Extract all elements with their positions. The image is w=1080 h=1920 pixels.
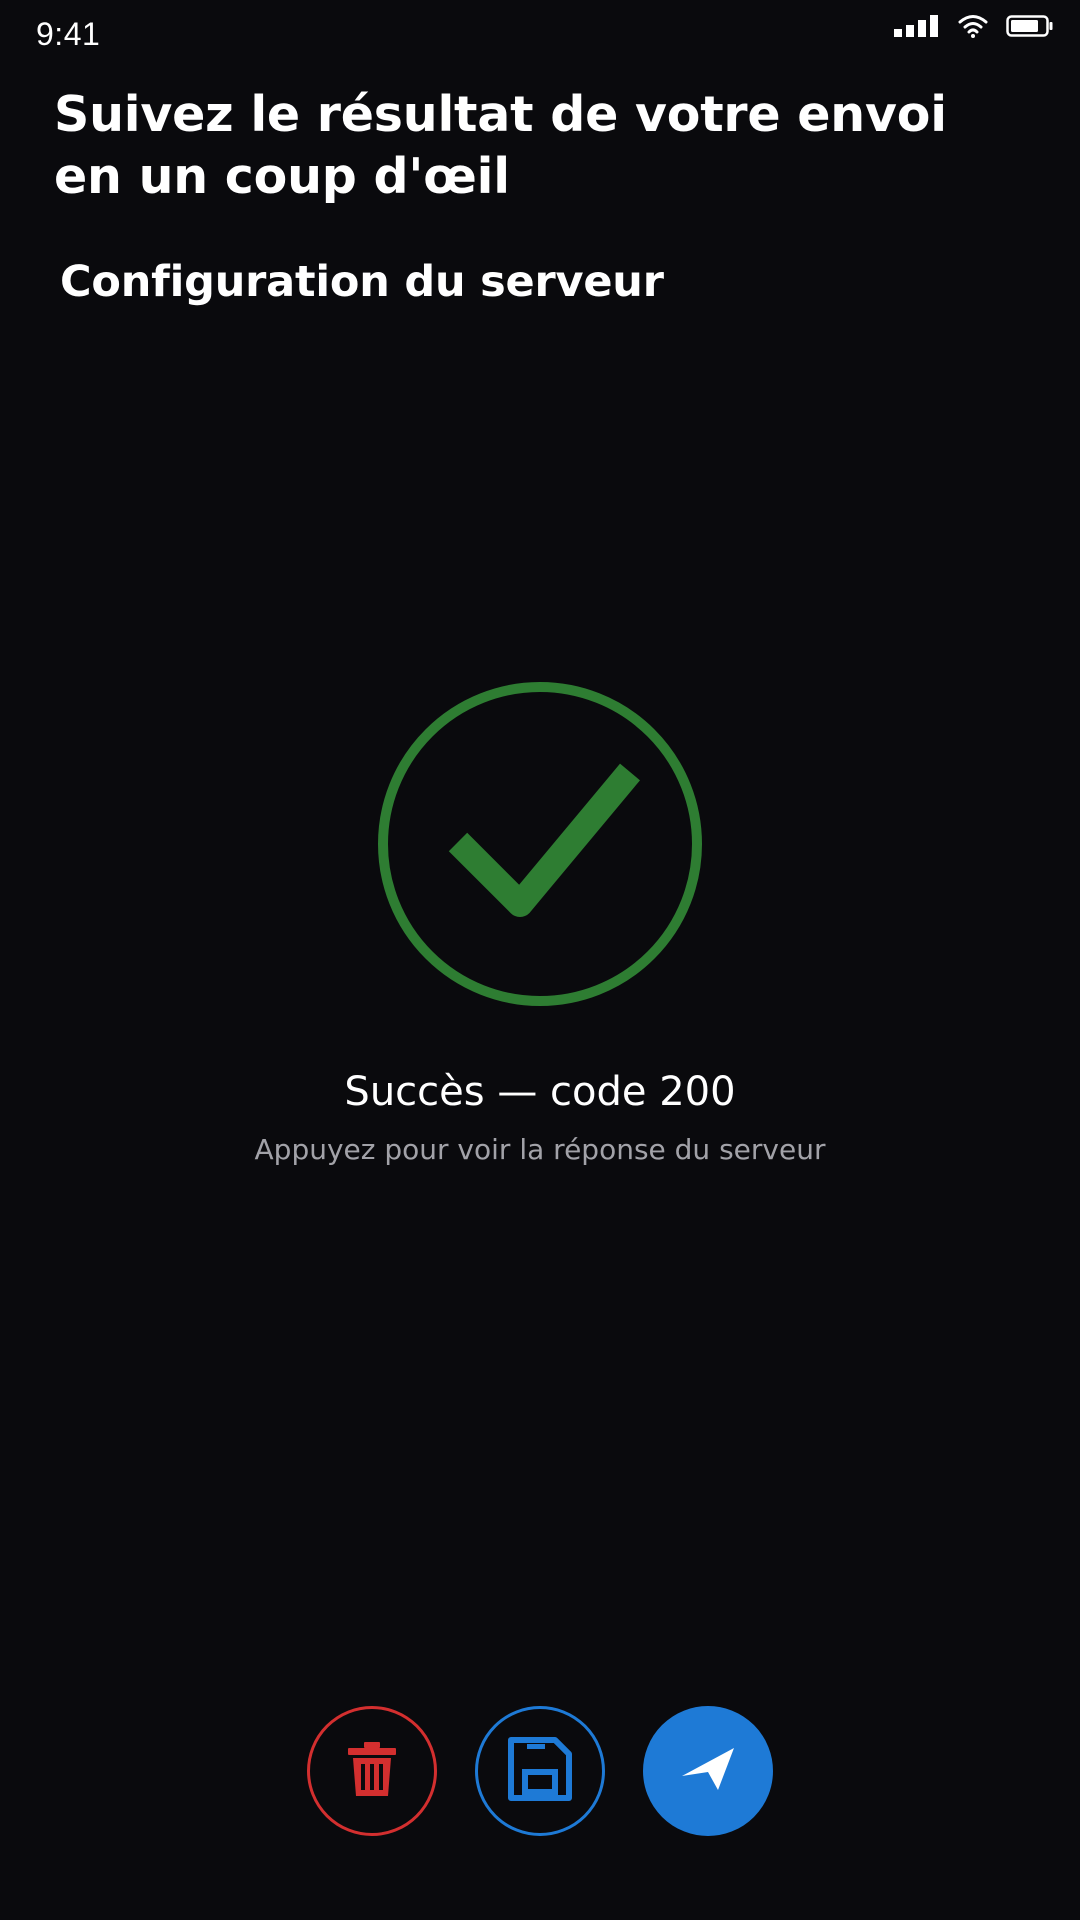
status-icons: [894, 14, 1054, 38]
send-button[interactable]: [643, 1706, 773, 1836]
section-title: Configuration du serveur: [60, 257, 664, 307]
result-hint[interactable]: Appuyez pour voir la réponse du serveur: [0, 1130, 1080, 1170]
page-title: Suivez le résultat de votre envoi en un …: [54, 86, 947, 205]
check-circle-icon[interactable]: [376, 680, 704, 1008]
floppy-disk-icon: [507, 1736, 573, 1806]
wifi-icon: [958, 14, 988, 38]
signal-icon: [894, 14, 940, 38]
app-screen: 9:41 Suivez le résultat de votre envoi e…: [0, 0, 1080, 1920]
status-bar: 9:41: [0, 0, 1080, 70]
action-bar: [0, 1706, 1080, 1836]
trash-icon: [346, 1741, 398, 1801]
result-status[interactable]: Succès — code 200: [0, 1066, 1080, 1118]
send-icon: [678, 1744, 738, 1798]
delete-button[interactable]: [307, 1706, 437, 1836]
battery-icon: [1006, 14, 1054, 38]
save-button[interactable]: [475, 1706, 605, 1836]
status-time: 9:41: [36, 16, 101, 52]
